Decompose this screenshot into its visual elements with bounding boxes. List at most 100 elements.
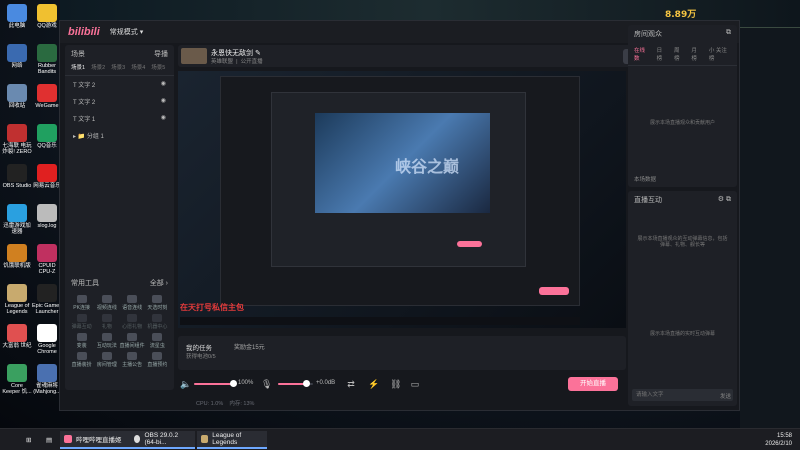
stream-title[interactable]: 永恩快无敌剑 [211, 50, 253, 57]
eye-icon[interactable]: ◉ [161, 114, 166, 123]
scene-tab[interactable]: 场景1 [71, 63, 85, 71]
clock-time: 15:58 [776, 433, 792, 439]
desktop-icon[interactable]: OBS Studio [2, 164, 32, 189]
desktop-icon[interactable]: QQ音乐 [32, 124, 62, 149]
desktop-icon[interactable]: 回收站 [2, 84, 32, 109]
desktop-icon[interactable]: slog.log [32, 204, 62, 229]
mic-icon[interactable]: 🎙 [261, 379, 272, 389]
scene-tab[interactable]: 场景2 [91, 63, 105, 71]
stream-preview[interactable]: 峡谷之巅 在天打号私信主包 [178, 71, 626, 328]
desktop-icon[interactable]: 饥饿联机版 [2, 244, 32, 269]
desktop-icon[interactable]: 七海联 电玩 炸裂! ZERO [2, 124, 32, 155]
desktop-icon[interactable]: 迅雷游戏加速器 [2, 204, 32, 235]
desktop-icon[interactable]: 网易云音乐 [32, 164, 62, 189]
chat-input[interactable] [632, 389, 733, 401]
tool-item[interactable]: 主播公告 [120, 352, 145, 368]
camera-icon[interactable]: ▭ [410, 379, 420, 389]
tools-more-link[interactable]: 全部 › [150, 278, 168, 288]
desktop-icon[interactable]: 网络 [2, 44, 32, 69]
taskbar-app-obs[interactable]: OBS 29.0.2 (64-bi... [130, 431, 195, 449]
desktop-icon[interactable]: 大富翁 世纪 [2, 324, 32, 349]
tool-label: 直播间组件 [119, 343, 145, 349]
scene-tab[interactable]: 场景5 [151, 63, 165, 71]
stream-category[interactable]: 英雄联盟 [211, 59, 233, 65]
start-live-button[interactable]: 开始直播 [568, 377, 618, 391]
room-popout-icon[interactable]: ⧉ [726, 29, 731, 39]
desktop-icon[interactable]: Rubber Bandits [32, 44, 62, 75]
tool-item[interactable]: 直播装扮 [69, 352, 94, 368]
scene-tab[interactable]: 场景4 [131, 63, 145, 71]
tool-item[interactable]: 视频连线 [94, 295, 119, 311]
tool-icon [127, 314, 138, 322]
source-label-text: 文字 2 [78, 83, 96, 89]
tool-label: 房间管理 [96, 362, 117, 368]
group-item[interactable]: ▸ 📁 分组 1 [65, 127, 174, 144]
source-item[interactable]: T 文字 2 ◉ [65, 93, 174, 110]
tool-item[interactable]: 互动玩法 [94, 333, 119, 349]
tool-item[interactable]: 房间管理 [94, 352, 119, 368]
system-tray[interactable]: 15:58 2026/2/10 [765, 432, 792, 448]
taskbar-app-bilibili[interactable]: 哔哩哔哩直播姬 [60, 431, 130, 449]
effect-icon[interactable]: ⚡ [368, 379, 379, 389]
room-tab[interactable]: 月榜 [691, 46, 701, 62]
mode-dropdown[interactable]: 常规模式 ▾ [110, 27, 143, 37]
tool-item[interactable]: 直播预约 [145, 352, 170, 368]
tool-icon [152, 352, 163, 360]
scene-tab[interactable]: 场景3 [111, 63, 125, 71]
send-button[interactable]: 发送 [720, 392, 731, 400]
mic-volume: +0.0dB [316, 380, 336, 386]
desktop-icon[interactable]: 雀魂麻将 (Mahjong... [32, 364, 62, 395]
stream-visibility[interactable]: 公开直播 [241, 59, 263, 65]
desktop-app-icon [7, 364, 27, 382]
tool-item[interactable]: 机器中心 [145, 314, 170, 330]
tool-item[interactable]: 直播间组件 [120, 333, 145, 349]
tool-item[interactable]: 弹幕互动 [69, 314, 94, 330]
link-icon[interactable]: ⛓ [390, 379, 401, 389]
room-tab[interactable]: 小 关注榜 [709, 46, 731, 62]
tools-panel: 常用工具 全部 › PK连接 视频连线 语音连线 天选时刻 弹幕互动 礼物 心愿礼物 机器中心… [65, 274, 174, 390]
swap-icon[interactable]: ⇄ [346, 379, 356, 389]
tool-icon [127, 333, 138, 341]
desktop-icon[interactable]: WeGame [32, 84, 62, 109]
desktop-app-icon [7, 164, 27, 182]
room-tab[interactable]: 日榜 [657, 46, 667, 62]
desktop-icon[interactable]: League of Legends [2, 284, 32, 315]
tool-label: 天选时刻 [147, 305, 168, 311]
desktop-icon[interactable]: Epic Games Launcher [32, 284, 62, 315]
room-tab[interactable]: 在线数 [634, 46, 650, 62]
room-tab[interactable]: 周榜 [674, 46, 684, 62]
desktop-app-icon [7, 124, 27, 142]
tool-item[interactable]: PK连接 [69, 295, 94, 311]
tool-icon [101, 333, 112, 341]
import-button[interactable]: 导播 [154, 49, 168, 59]
taskview-icon[interactable]: ▤ [42, 431, 56, 449]
mic-slider[interactable] [278, 380, 313, 387]
tool-item[interactable]: 语音连线 [120, 295, 145, 311]
source-item[interactable]: T 文字 1 ◉ [65, 110, 174, 127]
source-item[interactable]: T 文字 2 ◉ [65, 76, 174, 93]
desktop-icon[interactable]: QQ游戏 [32, 4, 62, 29]
start-menu-icon[interactable]: ⊞ [22, 431, 35, 449]
speaker-icon[interactable]: 🔈 [180, 379, 191, 389]
taskbar-app-lol[interactable]: League of Legends [197, 431, 267, 449]
speaker-slider[interactable] [194, 380, 237, 387]
edit-icon[interactable]: ✎ [255, 50, 261, 57]
tool-item[interactable]: 天选时刻 [145, 295, 170, 311]
interact-title: 直播互动 [634, 197, 662, 204]
tool-label: 变装 [76, 343, 87, 349]
eye-icon[interactable]: ◉ [161, 80, 166, 89]
statusbar: CPU: 1.0% 内存: 13% [178, 399, 626, 409]
interact-settings-icon[interactable]: ⚙ ⧉ [718, 195, 731, 205]
tool-item[interactable]: 变装 [69, 333, 94, 349]
stream-cover[interactable] [181, 48, 207, 64]
desktop-icon[interactable]: Google Chrome [32, 324, 62, 355]
tool-item[interactable]: 礼物 [94, 314, 119, 330]
desktop-icon[interactable]: 此电脑 [2, 4, 32, 29]
desktop-app-icon [37, 244, 57, 262]
tool-item[interactable]: 流星虫 [145, 333, 170, 349]
desktop-icon[interactable]: CPUID CPU-Z [32, 244, 62, 275]
tool-item[interactable]: 心愿礼物 [120, 314, 145, 330]
eye-icon[interactable]: ◉ [161, 97, 166, 106]
desktop-icon[interactable]: Core Keeper 饥... [2, 364, 32, 395]
tool-icon [152, 314, 163, 322]
